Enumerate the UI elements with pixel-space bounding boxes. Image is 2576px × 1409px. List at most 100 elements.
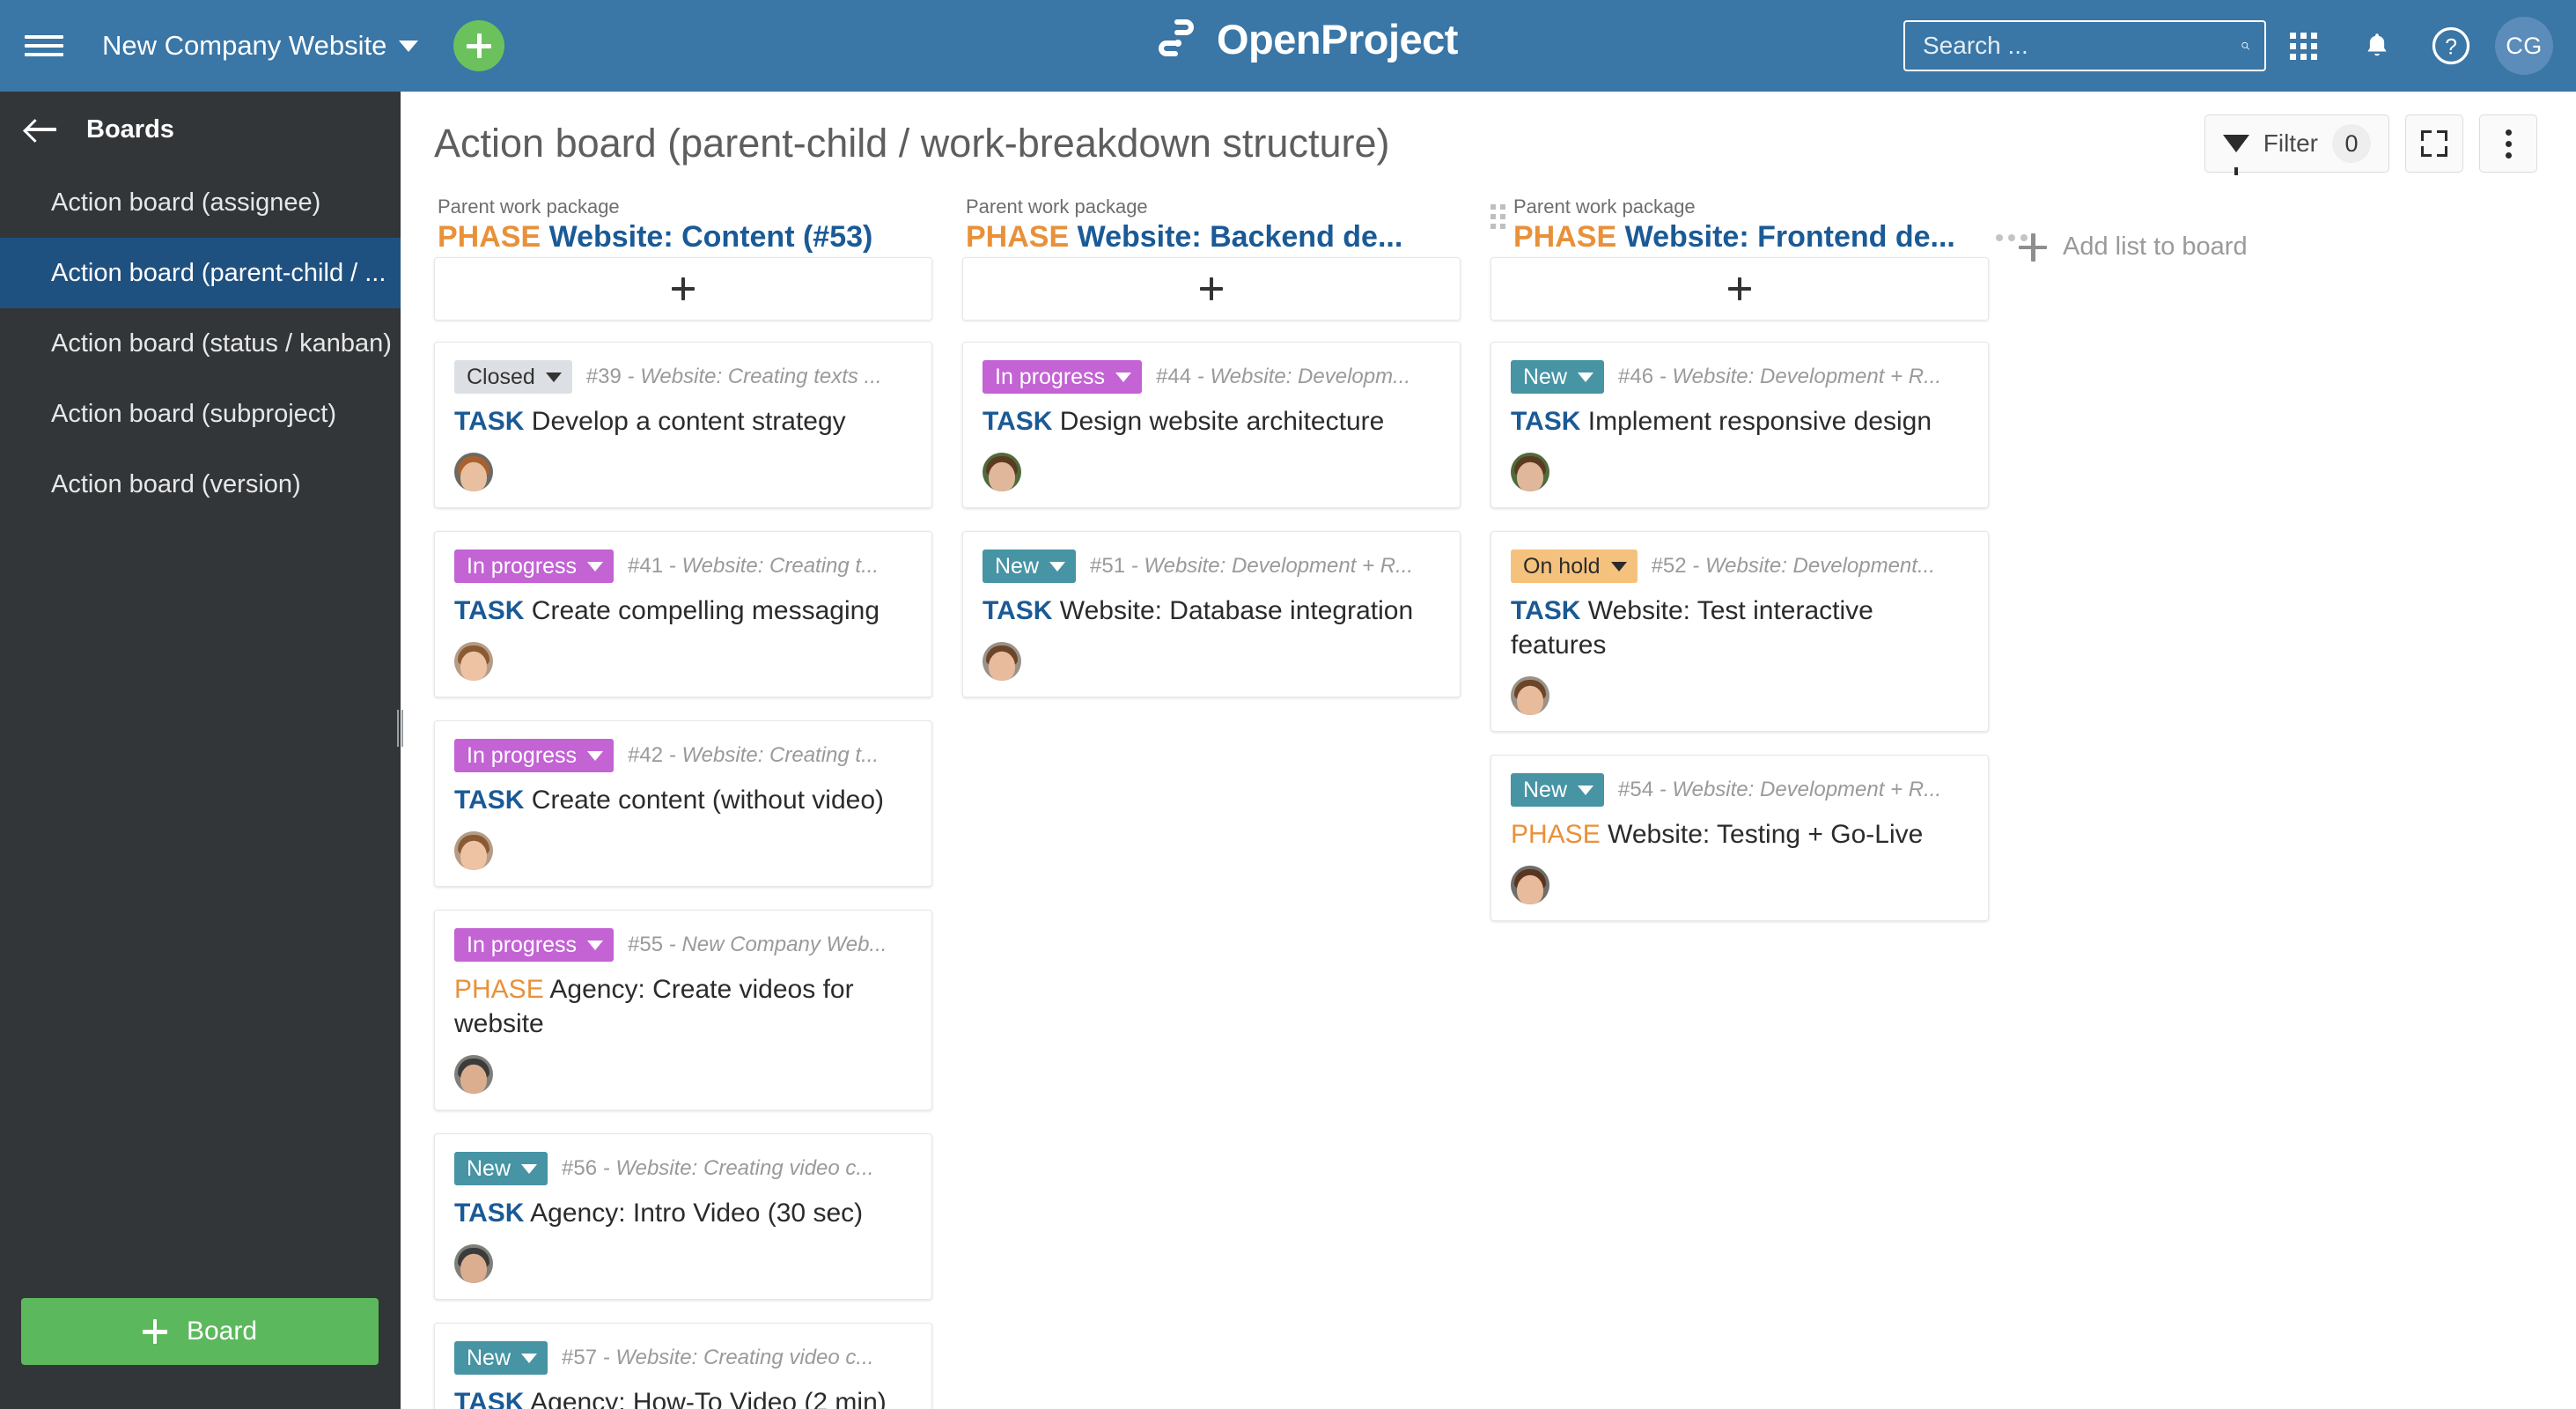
status-badge[interactable]: On hold xyxy=(1511,550,1638,583)
modules-button[interactable] xyxy=(2266,9,2340,83)
card[interactable]: In progress #41 - Website: Creating t...… xyxy=(434,531,932,697)
sidebar-item-action-board-assignee[interactable]: Action board (assignee) xyxy=(0,167,401,238)
global-add-button[interactable] xyxy=(453,20,505,71)
help-button[interactable]: ? xyxy=(2414,9,2488,83)
work-package-type: TASK xyxy=(454,407,525,436)
card-subject: TASK Create compelling messaging xyxy=(454,594,912,628)
avatar[interactable] xyxy=(983,642,1021,681)
card-parent-ref: - Website: Creating video c... xyxy=(602,1346,874,1369)
card[interactable]: In progress #55 - New Company Web... PHA… xyxy=(434,910,932,1110)
chevron-down-icon xyxy=(587,940,604,950)
card-parent-ref: - Website: Development + R... xyxy=(1659,778,1942,801)
card[interactable]: New #46 - Website: Development + R... TA… xyxy=(1490,342,1989,508)
status-badge[interactable]: New xyxy=(454,1341,548,1375)
status-label: Closed xyxy=(467,364,535,389)
card[interactable]: On hold #52 - Website: Development... TA… xyxy=(1490,531,1989,732)
status-badge[interactable]: New xyxy=(1511,773,1605,807)
list-header: Parent work package PHASE Website: Front… xyxy=(1490,195,2028,257)
chevron-down-icon xyxy=(521,1353,538,1363)
plus-icon xyxy=(1728,277,1751,300)
work-package-type: PHASE xyxy=(1513,220,1617,255)
card-subject-text: Website: Testing + Go-Live xyxy=(1608,820,1924,849)
arrow-left-icon[interactable] xyxy=(26,117,58,142)
more-menu-button[interactable] xyxy=(2479,114,2537,173)
card[interactable]: New #51 - Website: Development + R... TA… xyxy=(962,531,1461,697)
add-card-button[interactable] xyxy=(1490,257,1989,321)
search-box[interactable] xyxy=(1903,20,2266,71)
status-badge[interactable]: New xyxy=(454,1152,548,1185)
sidebar-item-action-board-version[interactable]: Action board (version) xyxy=(0,449,401,520)
chevron-down-icon xyxy=(1610,561,1627,572)
card[interactable]: In progress #44 - Website: Developm... T… xyxy=(962,342,1461,508)
list-header: Parent work package PHASE Website: Conte… xyxy=(434,195,932,257)
funnel-icon xyxy=(2222,135,2249,175)
filter-button[interactable]: Filter 0 xyxy=(2204,114,2389,175)
main-content: Action board (parent-child / work-breakd… xyxy=(401,92,2576,1409)
hamburger-icon[interactable] xyxy=(25,31,63,61)
card[interactable]: New #56 - Website: Creating video c... T… xyxy=(434,1133,932,1300)
status-badge[interactable]: In progress xyxy=(454,928,615,962)
add-card-button[interactable] xyxy=(962,257,1461,321)
avatar[interactable] xyxy=(1511,676,1549,715)
sidebar-resize-handle[interactable] xyxy=(397,708,403,749)
status-badge[interactable]: New xyxy=(1511,360,1605,394)
drag-handle-icon[interactable] xyxy=(1490,204,1505,229)
avatar[interactable] xyxy=(1511,453,1549,491)
add-card-button[interactable] xyxy=(434,257,932,321)
card-subject: TASK Agency: Intro Video (30 sec) xyxy=(454,1196,912,1230)
page-header: Action board (parent-child / work-breakd… xyxy=(401,92,2576,195)
status-badge[interactable]: In progress xyxy=(983,360,1143,394)
card-header: New #57 - Website: Creating video c... xyxy=(454,1341,912,1375)
user-initials: CG xyxy=(2506,32,2543,59)
sidebar-item-action-board-subproject[interactable]: Action board (subproject) xyxy=(0,379,401,449)
sidebar-item-action-board-status-kanban[interactable]: Action board (status / kanban) xyxy=(0,308,401,379)
avatar[interactable] xyxy=(454,1244,493,1283)
work-package-type: PHASE xyxy=(1511,820,1601,849)
avatar[interactable] xyxy=(983,453,1021,491)
add-list-to-board-button[interactable]: Add list to board xyxy=(2019,232,2248,262)
card-subject-text: Website: Database integration xyxy=(1059,596,1414,625)
card-subject: TASK Develop a content strategy xyxy=(454,404,912,439)
sidebar-item-action-board-parent-child[interactable]: Action board (parent-child / ... xyxy=(0,238,401,308)
status-label: New xyxy=(1523,777,1568,802)
card-reference: #46 - Website: Development + R... xyxy=(1618,365,1969,389)
card-parent-ref: - Website: Development + R... xyxy=(1659,365,1942,388)
card[interactable]: New #54 - Website: Development + R... PH… xyxy=(1490,755,1989,921)
status-label: New xyxy=(1523,364,1568,389)
avatar[interactable] xyxy=(454,1055,493,1094)
list-title: PHASE Website: Backend de... xyxy=(966,219,1461,255)
card-id: #44 xyxy=(1156,365,1192,388)
avatar[interactable] xyxy=(454,642,493,681)
project-selector[interactable]: New Company Website xyxy=(102,30,419,62)
card[interactable]: New #57 - Website: Creating video c... T… xyxy=(434,1323,932,1409)
fullscreen-icon xyxy=(2421,130,2447,157)
status-label: In progress xyxy=(467,553,578,579)
avatar[interactable] xyxy=(454,453,493,491)
kebab-menu-icon xyxy=(2505,129,2512,159)
list-subtitle: Parent work package xyxy=(1513,195,1696,218)
plus-icon xyxy=(142,1319,167,1344)
card-reference: #55 - New Company Web... xyxy=(628,933,912,957)
search-input[interactable] xyxy=(1923,32,2241,60)
card[interactable]: Closed #39 - Website: Creating texts ...… xyxy=(434,342,932,508)
card-id: #55 xyxy=(628,933,664,956)
sidebar-menu: Action board (assignee) Action board (pa… xyxy=(0,167,401,520)
work-package-type: TASK xyxy=(1511,596,1581,625)
avatar[interactable] xyxy=(1511,866,1549,904)
status-badge[interactable]: New xyxy=(983,550,1077,583)
sidebar: Boards Action board (assignee) Action bo… xyxy=(0,92,403,1409)
top-navigation-bar: New Company Website OpenProject Search .… xyxy=(0,0,2576,92)
status-badge[interactable]: In progress xyxy=(454,550,615,583)
chevron-down-icon xyxy=(1578,785,1594,795)
card[interactable]: In progress #42 - Website: Creating t...… xyxy=(434,720,932,887)
notifications-button[interactable] xyxy=(2340,9,2414,83)
card-parent-ref: - Website: Creating t... xyxy=(668,743,880,767)
board-list-column: Parent work package PHASE Website: Conte… xyxy=(434,195,932,1409)
search-icon[interactable] xyxy=(2241,33,2250,59)
add-board-button[interactable]: Board xyxy=(21,1298,379,1365)
status-badge[interactable]: Closed xyxy=(454,360,572,394)
fullscreen-button[interactable] xyxy=(2405,114,2463,173)
status-badge[interactable]: In progress xyxy=(454,739,615,772)
user-avatar[interactable]: CG xyxy=(2495,17,2553,75)
avatar[interactable] xyxy=(454,831,493,870)
